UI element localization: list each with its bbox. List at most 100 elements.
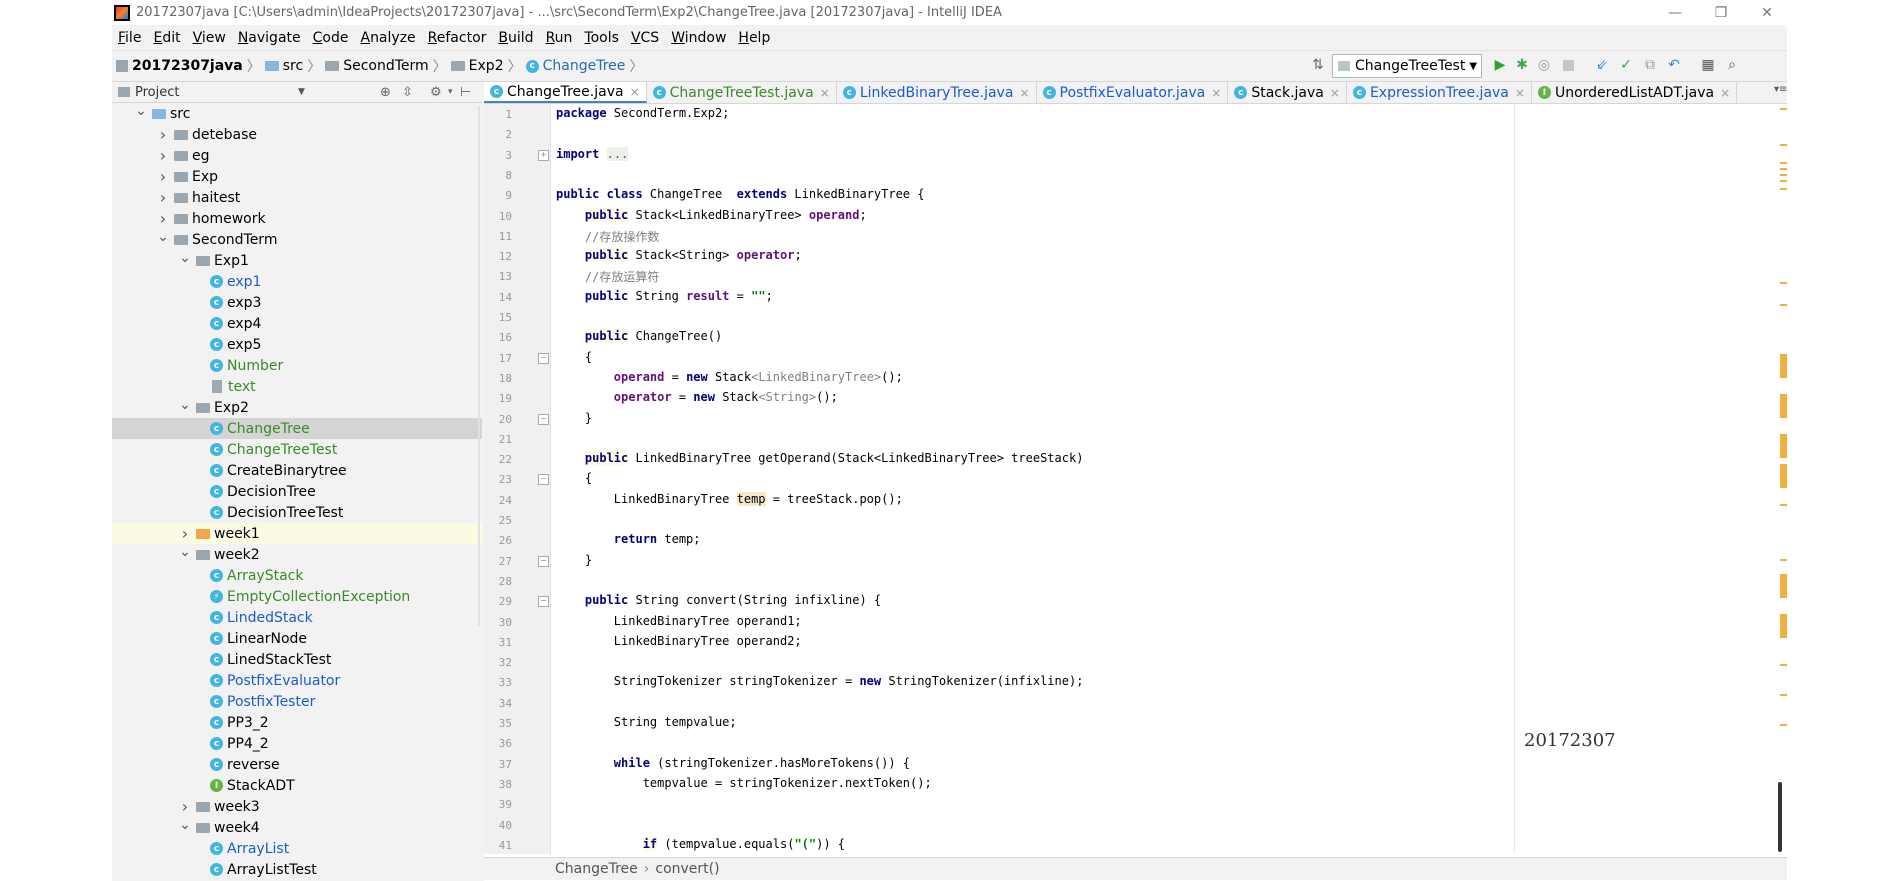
code-line[interactable]: public String convert(String infixline) … [556, 593, 881, 607]
tree-item[interactable]: c reverse [112, 754, 482, 775]
warning-marker[interactable] [1780, 664, 1787, 666]
chevron-down-icon[interactable]: ⌄ [178, 250, 192, 266]
breadcrumb-changetree[interactable]: ChangeTree [543, 58, 626, 74]
chevron-right-icon[interactable]: › [156, 146, 170, 165]
tree-item[interactable]: c PP4_2 [112, 733, 482, 754]
tree-item[interactable]: c ArrayStack [112, 565, 482, 586]
menu-tools[interactable]: Tools [578, 30, 625, 46]
tree-item[interactable]: c Number [112, 355, 482, 376]
chevron-down-icon[interactable]: ⌄ [178, 817, 192, 833]
status-crumb-class[interactable]: ChangeTree [555, 861, 638, 877]
tree-item[interactable]: c ChangeTree [112, 418, 482, 439]
menu-file[interactable]: File [112, 30, 147, 46]
tree-item[interactable]: c exp1 [112, 271, 482, 292]
warning-marker[interactable] [1780, 144, 1787, 146]
menu-view[interactable]: View [187, 30, 232, 46]
tree-item[interactable]: c CreateBinarytree [112, 460, 482, 481]
tree-item[interactable]: c DecisionTree [112, 481, 482, 502]
code-line[interactable]: public String result = ""; [556, 289, 773, 303]
warning-marker[interactable] [1780, 694, 1787, 696]
code-line[interactable]: tempvalue = stringTokenizer.nextToken(); [556, 776, 932, 790]
tree-item[interactable]: ⌄ Exp1 [112, 250, 482, 271]
menu-window[interactable]: Window [665, 30, 732, 46]
editor-tab[interactable]: I UnorderedListADT.java × [1532, 82, 1738, 103]
code-line[interactable]: while (stringTokenizer.hasMoreTokens()) … [556, 756, 910, 770]
breadcrumb-project[interactable]: 20172307java [132, 58, 243, 74]
minimize-button[interactable]: — [1652, 0, 1698, 25]
chevron-right-icon[interactable]: › [156, 167, 170, 186]
chevron-down-icon[interactable]: ⌄ [134, 103, 148, 119]
tree-item[interactable]: ⚡ EmptyCollectionException [112, 586, 482, 607]
code-line[interactable]: LinkedBinaryTree temp = treeStack.pop(); [556, 491, 903, 506]
chevron-down-icon[interactable]: ⌄ [178, 544, 192, 560]
chevron-right-icon[interactable]: › [178, 797, 192, 816]
tree-item[interactable]: › detebase [112, 124, 482, 145]
tree-item[interactable]: c PP3_2 [112, 712, 482, 733]
project-structure-icon[interactable]: ▦ [1700, 57, 1716, 73]
close-button[interactable]: ✕ [1744, 0, 1790, 25]
warning-marker[interactable] [1780, 559, 1787, 561]
editor-scrollbar-thumb[interactable] [1778, 782, 1782, 852]
tree-item[interactable]: › haitest [112, 187, 482, 208]
vcs-update-icon[interactable]: ⇙ [1594, 57, 1610, 73]
stop-icon[interactable] [1560, 57, 1576, 73]
tree-item[interactable]: c PostfixEvaluator [112, 670, 482, 691]
code-line[interactable]: operator = new Stack<String>(); [556, 390, 838, 404]
code-line[interactable]: public LinkedBinaryTree getOperand(Stack… [556, 451, 1083, 466]
warning-marker[interactable] [1780, 464, 1787, 488]
locate-icon[interactable]: ⊕ [380, 85, 391, 100]
tree-item[interactable]: c exp4 [112, 313, 482, 334]
menu-refactor[interactable]: Refactor [422, 30, 493, 46]
tree-item[interactable]: c exp3 [112, 292, 482, 313]
chevron-right-icon[interactable]: › [156, 125, 170, 144]
fold-icon[interactable]: − [538, 596, 549, 608]
tree-item[interactable]: ⌄ week2 [112, 544, 482, 565]
close-icon[interactable]: × [1330, 86, 1340, 100]
code-line[interactable]: package SecondTerm.Exp2; [556, 106, 729, 120]
close-icon[interactable]: × [820, 86, 830, 100]
tree-item[interactable]: c PostfixTester [112, 691, 482, 712]
tree-item[interactable]: ⌄ Exp2 [112, 397, 482, 418]
project-panel-title[interactable]: Project [135, 85, 179, 100]
tree-item[interactable]: c exp5 [112, 334, 482, 355]
menu-run[interactable]: Run [540, 30, 579, 46]
tree-item[interactable]: I StackADT [112, 775, 482, 796]
collapse-icon[interactable]: ⇳ [402, 85, 413, 100]
close-icon[interactable]: × [1211, 86, 1221, 100]
warning-marker[interactable] [1780, 394, 1787, 418]
warning-marker[interactable] [1780, 174, 1787, 176]
chevron-down-icon[interactable]: ⌄ [178, 397, 192, 413]
vcs-commit-icon[interactable]: ✓ [1618, 57, 1634, 73]
editor-tab[interactable]: c LinkedBinaryTree.java × [837, 82, 1037, 103]
vcs-revert-icon[interactable]: ↶ [1666, 57, 1682, 73]
chevron-right-icon[interactable]: › [156, 209, 170, 228]
warning-marker[interactable] [1780, 180, 1787, 182]
menu-code[interactable]: Code [307, 30, 355, 46]
code-line[interactable]: public Stack<LinkedBinaryTree> operand; [556, 207, 867, 222]
tree-item[interactable]: › week1 [112, 523, 482, 544]
code-line[interactable]: //存放操作数 [556, 228, 659, 245]
code-line[interactable]: } [556, 411, 592, 425]
tree-item[interactable]: ⌄ src [112, 103, 482, 124]
vcs-compare-icon[interactable]: ⧉ [1642, 57, 1658, 73]
run-icon[interactable]: ▶ [1492, 57, 1508, 73]
code-line[interactable]: import ... [556, 146, 629, 161]
code-line[interactable]: { [556, 350, 592, 364]
warning-marker[interactable] [1780, 624, 1787, 626]
warning-marker[interactable] [1780, 304, 1787, 306]
menu-edit[interactable]: Edit [147, 30, 186, 46]
warning-marker[interactable] [1780, 168, 1787, 170]
menu-help[interactable]: Help [732, 30, 776, 46]
editor-tab[interactable]: c ChangeTreeTest.java × [647, 82, 837, 103]
code-area[interactable]: package SecondTerm.Exp2; import ... public… [556, 104, 1656, 854]
menu-build[interactable]: Build [492, 30, 539, 46]
menu-analyze[interactable]: Analyze [354, 30, 421, 46]
gear-icon[interactable]: ⚙ [430, 85, 442, 100]
restore-button[interactable]: ❐ [1698, 0, 1744, 25]
warning-marker[interactable] [1780, 574, 1787, 598]
code-line[interactable]: String tempvalue; [556, 715, 737, 729]
breadcrumb-exp2[interactable]: Exp2 [469, 58, 504, 74]
tree-item[interactable]: c ArrayListTest [112, 859, 482, 880]
tree-item[interactable]: c DecisionTreeTest [112, 502, 482, 523]
warning-marker[interactable] [1780, 614, 1787, 638]
